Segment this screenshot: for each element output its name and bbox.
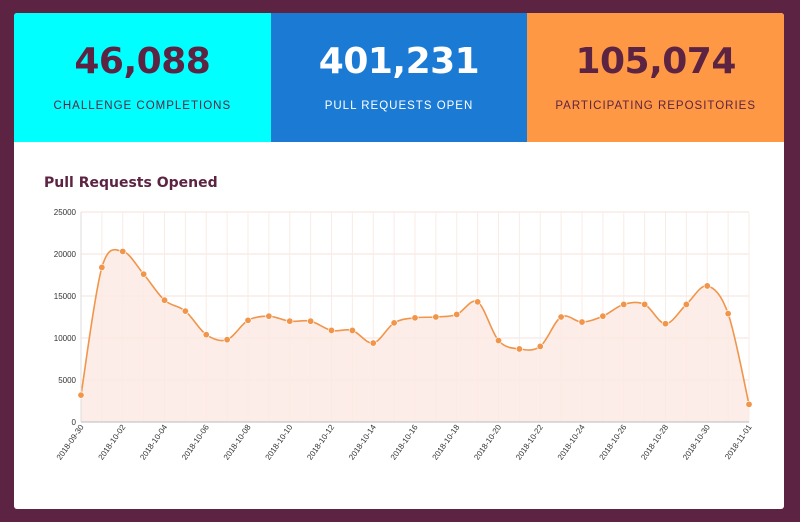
pull-requests-chart: 05000100001500020000250002018-09-30 2018-…: [54, 208, 754, 462]
data-point: [77, 391, 85, 399]
data-point: [474, 298, 482, 306]
y-tick-label: 5000: [58, 376, 76, 385]
x-tick-label: 2018-10-04: [138, 423, 169, 462]
x-tick-label: 2018-10-24: [556, 423, 587, 462]
y-tick-label: 10000: [54, 334, 77, 343]
x-tick-label: 2018-10-16: [389, 423, 420, 462]
data-point: [745, 400, 753, 408]
data-point: [223, 336, 231, 344]
data-point: [244, 316, 252, 324]
data-point: [348, 326, 356, 334]
data-point: [661, 320, 669, 328]
x-tick-label: 2018-10-08: [222, 423, 253, 462]
data-point: [307, 317, 315, 325]
data-point: [641, 300, 649, 308]
x-tick-label: 2018-10-28: [639, 423, 670, 462]
x-tick-label: 2018-10-30: [681, 423, 712, 462]
x-tick-label: 2018-10-10: [264, 423, 295, 462]
data-point: [515, 345, 523, 353]
dashboard-card: 46,088 CHALLENGE COMPLETIONS 401,231 PUL…: [14, 13, 784, 509]
data-point: [599, 312, 607, 320]
data-point: [724, 310, 732, 318]
x-tick-label: 2018-10-20: [472, 423, 503, 462]
x-tick-label: 2018-10-12: [305, 423, 336, 462]
data-point: [432, 313, 440, 321]
data-point: [390, 319, 398, 327]
data-point: [620, 300, 628, 308]
data-point: [119, 247, 127, 255]
data-point: [494, 337, 502, 345]
data-point: [181, 307, 189, 315]
data-point: [411, 314, 419, 322]
x-tick-label: 2018-10-02: [97, 423, 128, 462]
x-tick-label: 2018-10-14: [347, 423, 378, 462]
x-tick-label: 2018-09-30: [55, 423, 86, 462]
x-tick-label: 2018-10-22: [514, 423, 545, 462]
data-point: [98, 263, 106, 271]
data-point: [557, 313, 565, 321]
data-point: [265, 312, 273, 320]
data-point: [453, 310, 461, 318]
data-point: [202, 331, 210, 339]
data-point: [286, 317, 294, 325]
data-point: [327, 326, 335, 334]
data-point: [140, 270, 148, 278]
x-tick-label: 2018-10-06: [180, 423, 211, 462]
data-point: [369, 339, 377, 347]
x-tick-label: 2018-10-26: [598, 423, 629, 462]
data-point: [578, 318, 586, 326]
x-tick-label: 2018-10-18: [431, 423, 462, 462]
data-point: [682, 300, 690, 308]
y-tick-label: 15000: [54, 292, 77, 301]
data-point: [161, 296, 169, 304]
y-tick-label: 25000: [54, 208, 77, 217]
data-point: [536, 342, 544, 350]
y-tick-label: 20000: [54, 250, 77, 259]
data-point: [703, 282, 711, 290]
x-tick-label: 2018-11-01: [723, 423, 754, 462]
